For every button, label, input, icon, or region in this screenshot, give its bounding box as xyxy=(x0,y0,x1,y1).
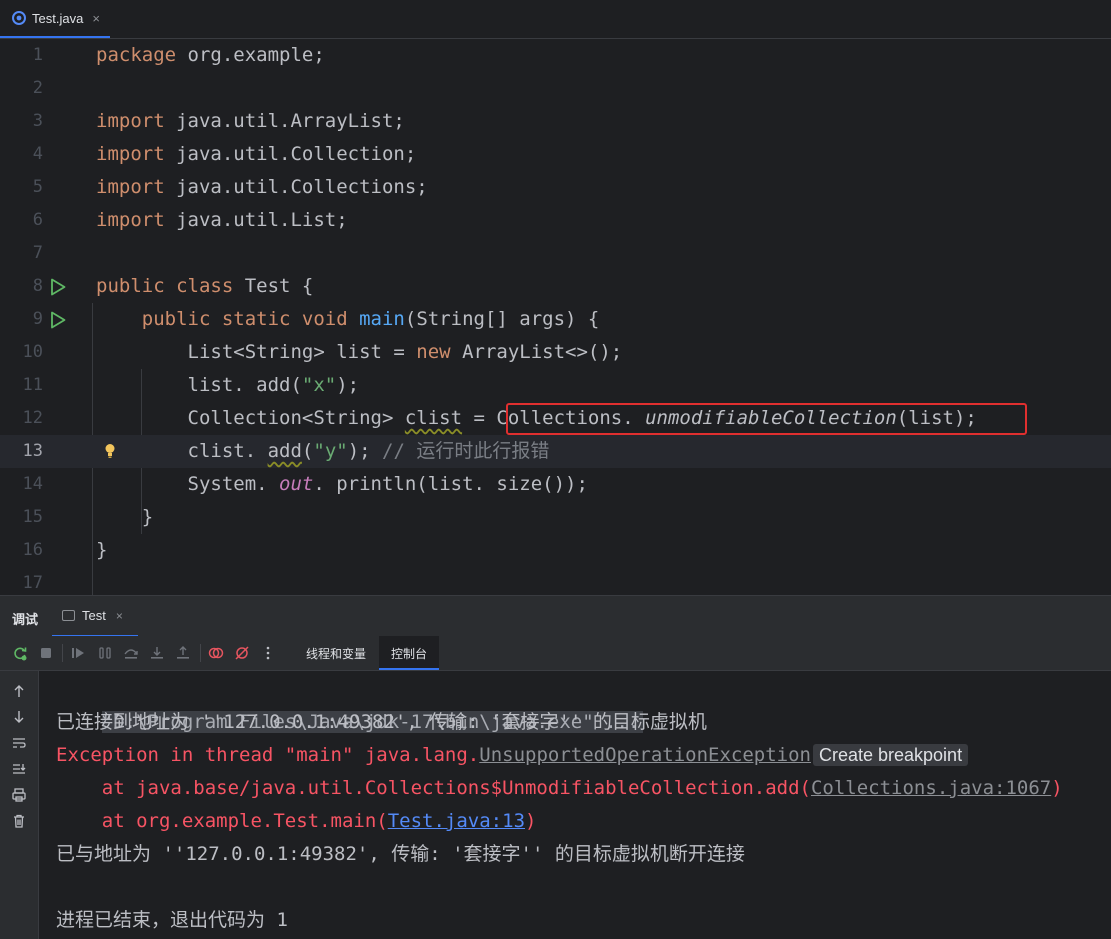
run-icon[interactable] xyxy=(50,278,66,296)
code-line: 1 package org.example; xyxy=(0,39,1111,72)
rerun-icon[interactable] xyxy=(12,645,28,661)
line-number: 12 xyxy=(22,408,43,428)
tab-run-test[interactable]: Test × xyxy=(52,596,138,637)
run-icon[interactable] xyxy=(50,311,66,329)
create-breakpoint-button[interactable]: Create breakpoint xyxy=(812,744,969,766)
line-code: public static void main(String[] args) { xyxy=(96,308,600,330)
line-code: public class Test { xyxy=(96,275,314,297)
code-line: 14 System. out. println(list. size()); xyxy=(0,468,1111,501)
highlight-annotation-box xyxy=(506,403,1027,435)
arrow-up-icon[interactable] xyxy=(11,683,27,699)
close-icon[interactable]: × xyxy=(92,11,100,26)
console-line: 进程已结束，退出代码为 1 xyxy=(56,909,288,931)
line-number: 9 xyxy=(32,309,43,329)
code-line: 9 public static void main(String[] args)… xyxy=(0,303,1111,336)
line-code: } xyxy=(96,539,108,561)
code-line: 7 xyxy=(0,237,1111,270)
console-line-stacktrace: at java.base/java.util.Collections$Unmod… xyxy=(56,777,1063,799)
trash-icon[interactable] xyxy=(11,813,27,829)
print-icon[interactable] xyxy=(11,787,27,803)
line-number: 10 xyxy=(22,342,43,362)
debug-toolbar: 线程和变量 控制台 xyxy=(0,636,1111,671)
console-output[interactable]: "D:\Program Files\Java\jdk-17\bin\java.e… xyxy=(39,671,1111,939)
code-line: 6 import java.util.List; xyxy=(0,204,1111,237)
line-number: 13 xyxy=(22,441,43,461)
code-line: 17 xyxy=(0,567,1111,595)
tab-label: Test.java xyxy=(32,10,84,26)
line-number: 5 xyxy=(32,177,43,197)
arrow-down-icon[interactable] xyxy=(11,709,27,725)
debug-tool-window-header: 调试 Test × xyxy=(0,595,1111,637)
close-icon[interactable]: × xyxy=(116,609,123,623)
code-line: 2 xyxy=(0,72,1111,105)
console-side-toolbar xyxy=(0,671,39,939)
console-window-icon xyxy=(62,610,75,621)
line-number: 3 xyxy=(32,111,43,131)
line-number: 15 xyxy=(22,507,43,527)
toolbar-divider xyxy=(62,644,63,662)
line-number: 8 xyxy=(32,276,43,296)
line-code: } xyxy=(96,506,154,528)
exception-class-link[interactable]: UnsupportedOperationException xyxy=(479,744,811,766)
line-code: import java.util.Collection; xyxy=(96,143,417,165)
console-line-exception: Exception in thread "main" java.lang.Uns… xyxy=(56,739,969,772)
line-code: System. out. println(list. size()); xyxy=(96,473,588,495)
line-code: package org.example; xyxy=(96,44,325,66)
line-code: import java.util.ArrayList; xyxy=(96,110,405,132)
tab-threads-variables[interactable]: 线程和变量 xyxy=(294,636,378,670)
code-editor[interactable]: 1 package org.example; 2 3 import java.u… xyxy=(0,39,1111,595)
console-line-stacktrace: at org.example.Test.main(Test.java:13) xyxy=(56,810,537,832)
line-code: import java.util.List; xyxy=(96,209,348,231)
resume-icon[interactable] xyxy=(70,645,86,661)
line-code: import java.util.Collections; xyxy=(96,176,428,198)
line-number: 6 xyxy=(32,210,43,230)
view-breakpoints-icon[interactable] xyxy=(208,645,224,661)
code-line: 5 import java.util.Collections; xyxy=(0,171,1111,204)
stop-icon[interactable] xyxy=(38,645,54,661)
line-number: 1 xyxy=(32,45,43,65)
stacktrace-link[interactable]: Test.java:13 xyxy=(388,810,525,832)
stacktrace-link[interactable]: Collections.java:1067 xyxy=(811,777,1051,799)
line-code: List<String> list = new ArrayList<>(); xyxy=(96,341,623,363)
code-line: 11 list. add("x"); xyxy=(0,369,1111,402)
code-line: 3 import java.util.ArrayList; xyxy=(0,105,1111,138)
line-number: 2 xyxy=(32,78,43,98)
code-line: 15 } xyxy=(0,501,1111,534)
code-line-current: 13 clist. add("y"); // 运行时此行报错 xyxy=(0,435,1111,468)
line-number: 16 xyxy=(22,540,43,560)
code-line: 10 List<String> list = new ArrayList<>()… xyxy=(0,336,1111,369)
soft-wrap-icon[interactable] xyxy=(11,735,27,751)
tool-window-title: 调试 xyxy=(12,612,39,627)
console-line: 已连接到地址为 ''127.0.0.1:49382', 传输: '套接字'' 的… xyxy=(56,711,707,733)
line-number: 14 xyxy=(22,474,43,494)
toolbar-divider xyxy=(200,644,201,662)
console-line: 已与地址为 ''127.0.0.1:49382', 传输: '套接字'' 的目标… xyxy=(56,843,745,865)
mute-breakpoints-icon[interactable] xyxy=(234,645,250,661)
run-tab-label: Test xyxy=(82,608,106,623)
line-number: 17 xyxy=(22,573,43,593)
line-number: 11 xyxy=(22,375,43,395)
code-line: 16 } xyxy=(0,534,1111,567)
step-out-icon[interactable] xyxy=(175,645,191,661)
code-line: 8 public class Test { xyxy=(0,270,1111,303)
line-code: clist. add("y"); // 运行时此行报错 xyxy=(96,440,550,462)
step-into-icon[interactable] xyxy=(149,645,165,661)
line-number: 4 xyxy=(32,144,43,164)
java-class-icon xyxy=(12,11,26,25)
line-number: 7 xyxy=(32,243,43,263)
more-options-icon[interactable] xyxy=(260,645,276,661)
step-over-icon[interactable] xyxy=(123,645,139,661)
editor-tab-bar: Test.java × xyxy=(0,0,1111,39)
line-code: list. add("x"); xyxy=(96,374,360,396)
tab-test-java[interactable]: Test.java × xyxy=(0,0,110,38)
pause-icon[interactable] xyxy=(97,645,113,661)
tab-console[interactable]: 控制台 xyxy=(379,636,440,670)
scroll-to-end-icon[interactable] xyxy=(11,761,27,777)
code-line: 4 import java.util.Collection; xyxy=(0,138,1111,171)
